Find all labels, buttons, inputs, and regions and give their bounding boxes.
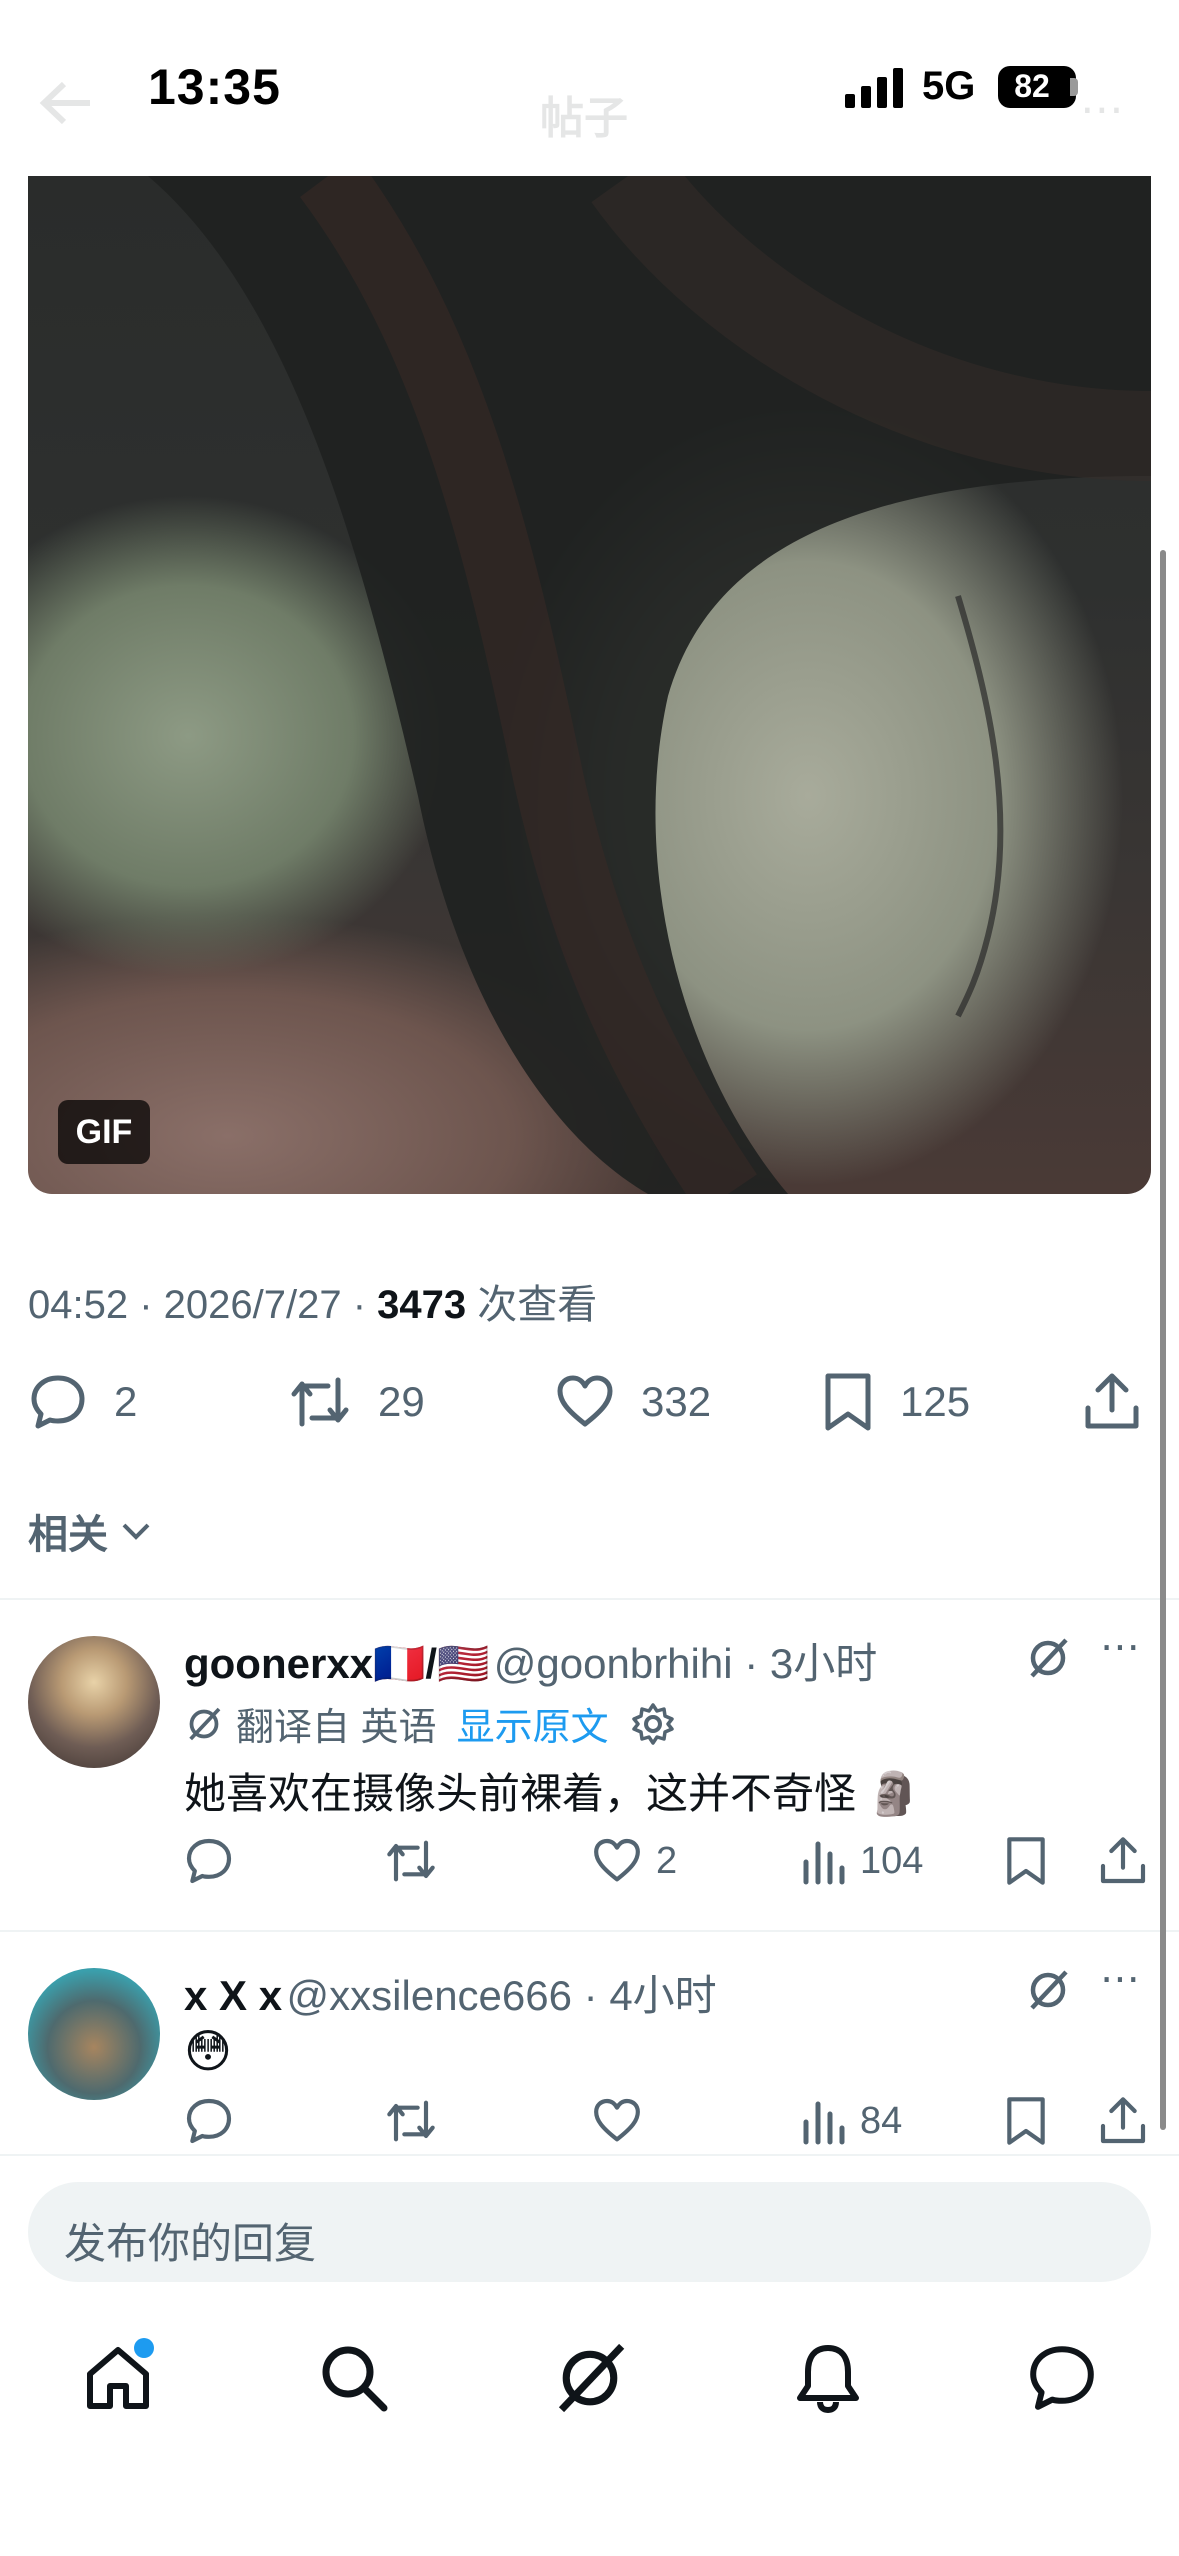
repost-button[interactable] — [384, 1836, 452, 1886]
gear-icon[interactable] — [631, 1702, 675, 1746]
reply-button[interactable] — [184, 2096, 248, 2146]
avatar[interactable] — [28, 1968, 160, 2100]
chat-bubble-icon — [1030, 2346, 1094, 2410]
grok-icon[interactable] — [1024, 1634, 1072, 1682]
reply-header: x X x @xxsilence666 · 4小时 — [184, 1972, 717, 2019]
bookmark-button[interactable]: 125 — [822, 1372, 970, 1432]
like-button[interactable]: 332 — [555, 1372, 711, 1432]
battery-tip — [1070, 78, 1078, 96]
nav-search[interactable] — [318, 2342, 390, 2414]
repost-icon — [387, 2100, 435, 2142]
analytics-icon — [803, 2101, 845, 2145]
more-options-icon[interactable]: ⋯ — [1100, 1956, 1140, 2002]
cellular-signal-icon — [845, 68, 907, 108]
back-arrow-icon[interactable] — [36, 78, 96, 128]
reply-button[interactable] — [184, 1836, 248, 1886]
nav-grok[interactable] — [552, 2340, 628, 2416]
repost-icon — [291, 1377, 349, 1427]
heart-icon — [557, 1375, 613, 1427]
repost-button[interactable] — [384, 2096, 452, 2146]
reply-text: 😳 — [184, 2025, 232, 2077]
views-button[interactable]: 104 — [800, 1836, 923, 1886]
grok-icon — [189, 1707, 221, 1740]
repost-icon — [387, 1840, 435, 1882]
bookmark-button[interactable] — [1004, 1836, 1048, 1886]
heart-icon — [594, 2098, 640, 2142]
reply-author-name[interactable]: goonerxx🇫🇷/🇺🇸 — [184, 1640, 489, 1687]
notification-dot — [134, 2338, 154, 2358]
avatar[interactable] — [28, 1636, 160, 1768]
post-views-count: 3473 — [377, 1283, 467, 1327]
share-icon — [1100, 2097, 1146, 2144]
reply-composer-placeholder: 发布你的回复 — [64, 2220, 317, 2267]
nav-messages[interactable] — [1026, 2342, 1098, 2414]
reply-text: 她喜欢在摄像头前裸着，这并不奇怪 🗿 — [184, 1770, 920, 1817]
reply-icon — [186, 1838, 232, 1884]
status-time: 13:35 — [148, 59, 281, 115]
gif-badge: GIF — [58, 1100, 150, 1164]
reply-item[interactable]: goonerxx🇫🇷/🇺🇸 @goonbrhihi · 3小时 ⋯ 翻译自 英语… — [0, 1600, 1179, 1930]
translation-row: 翻译自 英语 显示原文 — [184, 1696, 675, 1751]
bookmark-icon — [825, 1373, 871, 1431]
chevron-down-icon — [122, 1523, 150, 1540]
related-dropdown[interactable]: 相关 — [28, 1502, 152, 1560]
battery-level: 82 — [1014, 68, 1050, 104]
like-button[interactable] — [592, 2096, 656, 2146]
reply-icon — [186, 2098, 232, 2144]
reply-count: 2 — [114, 1378, 138, 1425]
like-count: 332 — [641, 1378, 712, 1425]
search-icon — [322, 2346, 388, 2412]
share-button[interactable] — [1098, 2096, 1148, 2146]
views-button[interactable]: 84 — [800, 2096, 902, 2146]
reply-author-handle[interactable]: @xxsilence666 — [287, 1972, 572, 2019]
share-button[interactable] — [1098, 1836, 1148, 1886]
repost-button[interactable]: 29 — [288, 1372, 425, 1432]
reply-time: 4小时 — [609, 1972, 717, 2019]
grok-icon[interactable] — [1024, 1966, 1072, 2014]
views-count: 84 — [860, 2099, 903, 2142]
more-icon[interactable]: ⋯ — [1080, 84, 1124, 135]
post-time: 04:52 — [28, 1283, 129, 1327]
reply-time: 3小时 — [769, 1640, 878, 1687]
views-count: 104 — [860, 1839, 924, 1882]
share-icon — [1100, 1837, 1146, 1884]
bookmark-button[interactable] — [1004, 2096, 1048, 2146]
bookmark-icon — [1007, 1837, 1045, 1885]
nav-notifications[interactable] — [792, 2342, 864, 2414]
reply-author-handle[interactable]: @goonbrhihi — [494, 1640, 733, 1687]
share-button[interactable] — [1082, 1372, 1142, 1432]
share-icon — [1085, 1373, 1139, 1429]
bookmark-icon — [1007, 2097, 1045, 2145]
reply-icon — [31, 1375, 85, 1429]
analytics-icon — [803, 1841, 845, 1885]
more-options-icon[interactable]: ⋯ — [1100, 1624, 1140, 1670]
post-meta: 04:52 · 2026/7/27 · 3473 次查看 — [28, 1283, 598, 1327]
translated-from-label: 翻译自 英语 — [236, 1707, 437, 1749]
header-title: 帖子 — [540, 94, 628, 143]
show-original-link[interactable]: 显示原文 — [457, 1696, 609, 1751]
related-label: 相关 — [28, 1513, 108, 1557]
reply-header: goonerxx🇫🇷/🇺🇸 @goonbrhihi · 3小时 — [184, 1640, 878, 1687]
reply-author-name[interactable]: x X x — [184, 1972, 282, 2019]
heart-icon — [594, 1838, 640, 1882]
scrollbar[interactable] — [1160, 550, 1166, 2130]
bell-icon — [797, 2345, 859, 2413]
grok-icon — [558, 2343, 625, 2413]
bookmark-count: 125 — [900, 1378, 971, 1425]
network-type: 5G — [922, 64, 976, 108]
reply-item[interactable]: x X x @xxsilence666 · 4小时 ⋯ 😳 84 — [0, 1932, 1179, 2152]
post-gif-media[interactable] — [28, 176, 1151, 1194]
post-date: 2026/7/27 — [163, 1283, 342, 1327]
reply-button[interactable]: 2 — [28, 1372, 137, 1432]
like-button[interactable]: 2 — [592, 1836, 677, 1886]
repost-count: 29 — [378, 1378, 425, 1425]
like-count: 2 — [656, 1839, 678, 1882]
post-views-label: 次查看 — [477, 1283, 598, 1327]
composer-divider — [0, 2154, 1179, 2156]
